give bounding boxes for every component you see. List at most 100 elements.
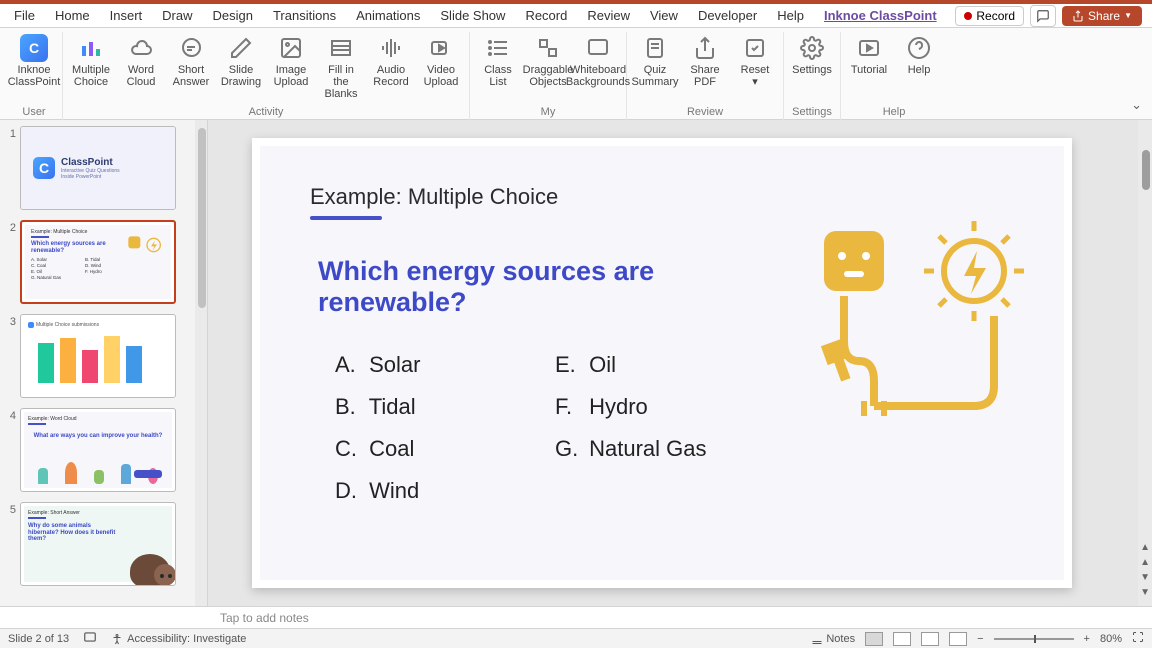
answer-grid: A. SolarE. OilB. TidalF. HydroC. CoalG. … [335,344,755,512]
drag-icon [534,34,562,62]
view-reading-button[interactable] [921,632,939,646]
nav-up2-icon[interactable]: ▲ [1140,557,1150,568]
word-cloud-button[interactable]: WordCloud [117,32,165,104]
ribbon-group-help: TutorialHelpHelp [841,32,947,120]
draggable-objects-button[interactable]: DraggableObjects [524,32,572,104]
thumbnail-number: 1 [6,126,20,140]
tutorial-button[interactable]: Tutorial [845,32,893,104]
slide-editor-area: Example: Multiple Choice Which energy so… [208,120,1152,606]
fit-to-window-button[interactable] [1132,631,1144,646]
ribbon-group-activity: MultipleChoiceWordCloudShortAnswerSlideD… [63,32,470,120]
quiz-summary-button[interactable]: QuizSummary [631,32,679,104]
nav-up-icon[interactable]: ▲ [1140,542,1150,553]
view-sorter-button[interactable] [893,632,911,646]
answer-b: B. Tidal [335,394,535,420]
menu-record[interactable]: Record [515,6,577,25]
thumbnail-2[interactable]: 2Example: Multiple ChoiceWhich energy so… [6,220,191,304]
accessibility-icon [111,633,123,645]
ribbon-group-label: Settings [788,104,836,120]
share-icon [1072,10,1084,22]
menu-bar: FileHomeInsertDrawDesignTransitionsAnima… [0,4,1152,28]
menu-insert[interactable]: Insert [100,6,153,25]
view-slideshow-button[interactable] [949,632,967,646]
record-button[interactable]: Record [955,6,1024,26]
ribbon-group-my: ClassListDraggableObjectsWhiteboardBackg… [470,32,627,120]
reset-icon [741,34,769,62]
menu-animations[interactable]: Animations [346,6,430,25]
menu-help[interactable]: Help [767,6,814,25]
thumbnail-5[interactable]: 5Example: Short AnswerWhy do some animal… [6,502,191,586]
slide-scrollbar[interactable] [1138,120,1152,606]
record-dot-icon [964,12,972,20]
nav-down-icon[interactable]: ▼ [1140,572,1150,583]
thumbnail-3[interactable]: 3Multiple Choice submissions [6,314,191,398]
zoom-out-button[interactable]: − [977,633,983,645]
video-upload-button[interactable]: VideoUpload [417,32,465,104]
class-list-button[interactable]: ClassList [474,32,522,104]
menu-draw[interactable]: Draw [152,6,202,25]
multiple-choice-button[interactable]: MultipleChoice [67,32,115,104]
answer-g: G. Natural Gas [555,436,755,462]
share-pdf-button[interactable]: SharePDF [681,32,729,104]
video-icon [427,34,455,62]
menu-transitions[interactable]: Transitions [263,6,346,25]
menu-design[interactable]: Design [203,6,263,25]
zoom-in-button[interactable]: + [1084,633,1090,645]
ribbon-group-review: QuizSummarySharePDFReset▾Review [627,32,784,120]
slide-thumbnail-panel: 1CClassPointInteractive Quiz QuestionsIn… [0,120,208,606]
menu-review[interactable]: Review [577,6,640,25]
record-label: Record [976,9,1015,23]
thumbnail-4[interactable]: 4Example: Word CloudWhat are ways you ca… [6,408,191,492]
chevron-down-icon: ▼ [1124,11,1132,20]
ribbon-group-settings: SettingsSettings [784,32,841,120]
thumbnail-scrollbar-thumb[interactable] [198,128,206,308]
short-answer-button[interactable]: ShortAnswer [167,32,215,104]
notes-pane[interactable]: Tap to add notes [0,606,1152,628]
inknoe-classpoint-button[interactable]: CInknoeClassPoint [10,32,58,104]
slide-scrollbar-thumb[interactable] [1142,150,1150,190]
answer-d: D. Wind [335,478,535,504]
bars-icon [77,34,105,62]
language-icon[interactable] [83,630,97,647]
slide-canvas[interactable]: Example: Multiple Choice Which energy so… [252,138,1072,588]
pencil-icon [227,34,255,62]
image-upload-button[interactable]: ImageUpload [267,32,315,104]
notes-toggle[interactable]: Notes [811,633,855,645]
ribbon-group-label: User [10,104,58,120]
grid-icon [327,34,355,62]
share-button[interactable]: Share ▼ [1062,6,1142,26]
slide-drawing-button[interactable]: SlideDrawing [217,32,265,104]
audio-icon [377,34,405,62]
thumbnail-scrollbar[interactable] [195,120,207,606]
share-icon [691,34,719,62]
fill-blanks-button[interactable]: Fill in theBlanks [317,32,365,104]
ribbon-group-user: CInknoeClassPointUser [6,32,63,120]
menu-view[interactable]: View [640,6,688,25]
comments-button[interactable] [1030,5,1056,27]
menu-file[interactable]: File [4,6,45,25]
thumbnail-1[interactable]: 1CClassPointInteractive Quiz QuestionsIn… [6,126,191,210]
slide-nav-arrows[interactable]: ▲ ▲ ▼ ▼ [1140,542,1150,598]
help-button[interactable]: Help [895,32,943,104]
menu-slide-show[interactable]: Slide Show [430,6,515,25]
collapse-ribbon-button[interactable]: ⌄ [1131,97,1142,113]
thumbnail-number: 5 [6,502,20,516]
thumbnail-preview: Multiple Choice submissions [20,314,176,398]
nav-down2-icon[interactable]: ▼ [1140,587,1150,598]
reset-button[interactable]: Reset▾ [731,32,779,104]
notes-placeholder: Tap to add notes [220,611,309,625]
audio-record-button[interactable]: AudioRecord [367,32,415,104]
slide-position: Slide 2 of 13 [8,633,69,645]
thumbnail-preview: Example: Multiple ChoiceWhich energy sou… [20,220,176,304]
view-normal-button[interactable] [865,632,883,646]
zoom-slider[interactable] [994,638,1074,640]
settings-button[interactable]: Settings [788,32,836,104]
share-label: Share [1088,9,1120,23]
menu-developer[interactable]: Developer [688,6,767,25]
thumbnail-number: 3 [6,314,20,328]
accessibility-status[interactable]: Accessibility: Investigate [111,633,246,645]
thumbnail-number: 4 [6,408,20,422]
menu-inknoe-classpoint[interactable]: Inknoe ClassPoint [814,6,947,25]
whiteboard-bg-button[interactable]: WhiteboardBackgrounds [574,32,622,104]
menu-home[interactable]: Home [45,6,100,25]
